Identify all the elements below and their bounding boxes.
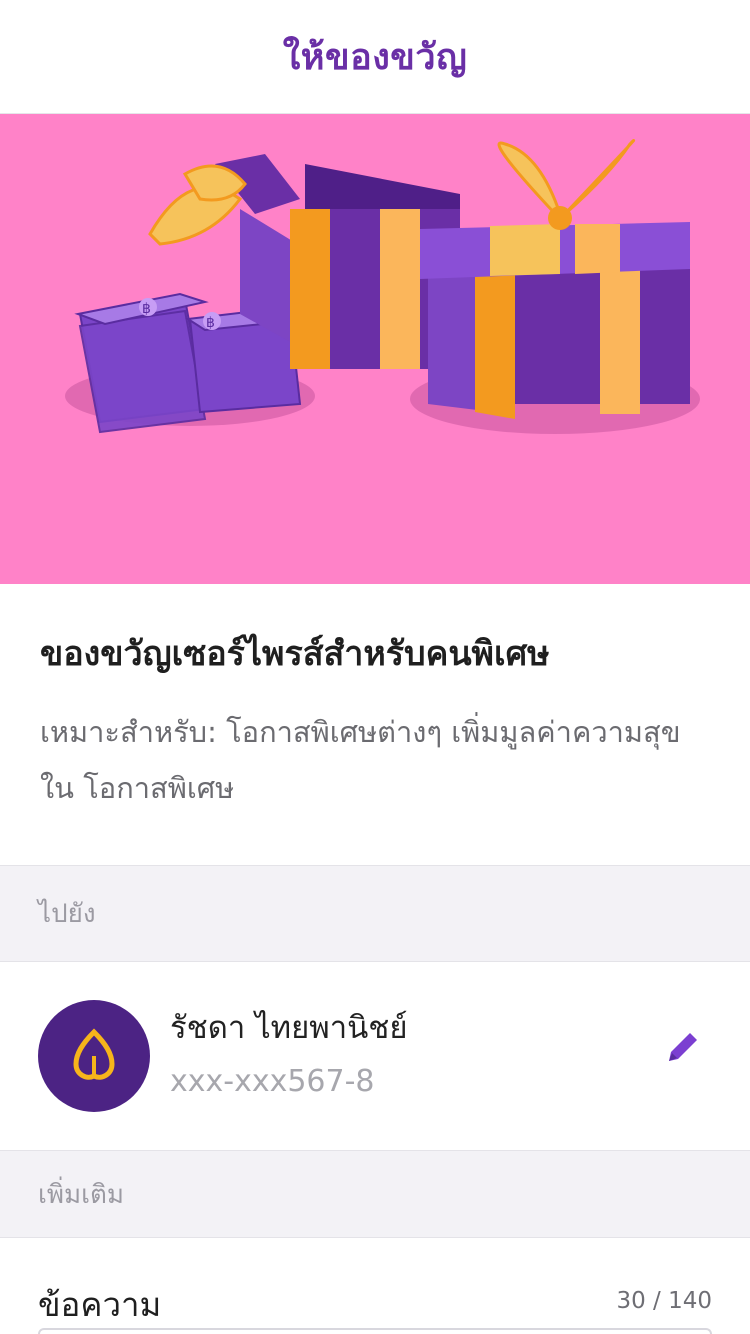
edit-recipient-button[interactable]: [660, 1024, 706, 1070]
page-title: ให้ของขวัญ: [282, 37, 468, 78]
gift-description: เหมาะสำหรับ: โอกาสพิเศษต่างๆ เพิ่มมูลค่า…: [40, 715, 681, 805]
to-section-header: ไปยัง: [0, 865, 750, 962]
more-section-header: เพิ่มเติม: [0, 1150, 750, 1238]
gift-title: ของขวัญเซอร์ไพรส์สำหรับคนพิเศษ: [40, 634, 550, 674]
recipient-card[interactable]: รัชดา ไทยพานิชย์ xxx-xxx567-8: [0, 962, 750, 1150]
svg-text:฿: ฿: [206, 315, 215, 331]
message-label: ข้อความ: [38, 1285, 162, 1324]
bank-logo-icon: [38, 1000, 150, 1112]
recipient-name: รัชดา ไทยพานิชย์: [170, 1010, 408, 1046]
message-input[interactable]: [38, 1328, 712, 1334]
svg-text:฿: ฿: [142, 301, 151, 317]
closed-gift-box-icon: [420, 139, 690, 419]
navigation-bar: ให้ของขวัญ: [0, 0, 750, 114]
to-section-label: ไปยัง: [38, 899, 96, 929]
recipient-account: xxx-xxx567-8: [170, 1064, 375, 1099]
gift-info: ของขวัญเซอร์ไพรส์สำหรับคนพิเศษ เหมาะสำหร…: [0, 584, 750, 865]
more-section-label: เพิ่มเติม: [38, 1179, 125, 1210]
message-char-counter: 30 / 140: [616, 1288, 712, 1314]
message-section: ข้อความ 30 / 140: [0, 1238, 750, 1334]
pencil-icon: [669, 1033, 697, 1061]
gift-illustration: ฿ ฿: [65, 139, 700, 434]
gift-banner: ฿ ฿: [0, 114, 750, 584]
